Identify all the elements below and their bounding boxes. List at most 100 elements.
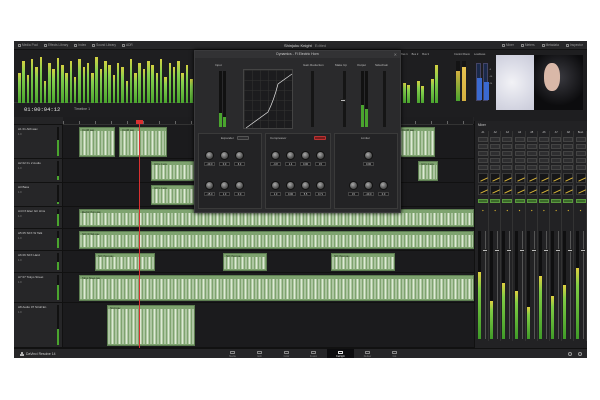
dynamics-value[interactable]: -40.0 (363, 192, 374, 196)
bus-assign-button[interactable] (526, 199, 537, 203)
channel-fader[interactable] (494, 249, 501, 252)
dynamics-knob[interactable] (235, 181, 244, 190)
input-select[interactable] (526, 137, 537, 142)
page-tab-fairlight[interactable]: Fairlight (327, 349, 354, 358)
dynamics-knob[interactable] (379, 181, 388, 190)
input-select[interactable] (539, 137, 549, 142)
eq-curve-thumbnail[interactable] (526, 185, 537, 195)
audio-clip[interactable]: SFX Hard.wav (95, 253, 155, 271)
track-header[interactable]: A5 05 SFX W Talk 1.0 (14, 229, 63, 250)
dynamics-knob[interactable] (286, 151, 295, 160)
eq-curve-thumbnail[interactable] (551, 173, 562, 183)
channel-fader[interactable] (567, 249, 574, 252)
pan-indicator[interactable]: ◆ (576, 209, 586, 212)
dynamics-knob[interactable] (316, 181, 325, 190)
channel-slot[interactable] (551, 144, 562, 149)
channel-slot[interactable] (526, 158, 537, 163)
dynamics-knob[interactable] (301, 181, 310, 190)
channel-slot[interactable] (490, 158, 501, 163)
bus-assign-button[interactable] (502, 199, 513, 203)
bus-assign-button[interactable] (563, 199, 574, 203)
expander-enable-button[interactable] (237, 136, 249, 140)
dynamics-value[interactable]: 5.5 (300, 192, 311, 196)
bus-assign-button[interactable] (551, 199, 562, 203)
dynamics-value[interactable]: 0.0 (234, 192, 245, 196)
audio-clip[interactable]: Stroll.wav (107, 305, 195, 346)
dynamics-knob[interactable] (205, 181, 214, 190)
dynamics-value[interactable]: 0.0 (378, 192, 389, 196)
track-header[interactable]: A7 07 Tokyo Street 1.0 (14, 273, 63, 302)
channel-fader[interactable] (506, 249, 513, 252)
dynamics-value[interactable]: -15.0 (204, 192, 215, 196)
settings-gear-icon[interactable] (578, 352, 582, 356)
input-select[interactable] (563, 137, 574, 142)
channel-slot[interactable] (490, 144, 501, 149)
channel-slot[interactable] (563, 151, 574, 156)
dynamics-value[interactable]: 1.0 (270, 192, 281, 196)
page-tab-media[interactable]: Media (219, 349, 246, 358)
adr-button[interactable]: ADR (121, 43, 133, 47)
channel-slot[interactable] (514, 165, 525, 170)
home-icon[interactable] (568, 352, 572, 356)
channel-slot[interactable] (563, 165, 574, 170)
dynamics-value[interactable]: 0.0 (219, 162, 230, 166)
pan-indicator[interactable]: ◆ (551, 209, 561, 212)
track-lane[interactable]: Stroll.wav (63, 303, 474, 347)
channel-slot[interactable] (551, 165, 562, 170)
effects-library-button[interactable]: Effects Library (43, 43, 68, 47)
dynamics-value[interactable]: 0.00 (363, 162, 374, 166)
eq-curve-thumbnail[interactable] (502, 185, 513, 195)
inspector-toggle-button[interactable]: Inspector (565, 43, 583, 47)
audio-clip[interactable]: 01 ARI.wav (79, 127, 115, 157)
pan-indicator[interactable]: ◆ (539, 209, 549, 212)
dynamics-knob[interactable] (205, 151, 214, 160)
sound-library-button[interactable]: Sound Library (92, 43, 116, 47)
channel-slot[interactable] (575, 165, 586, 170)
channel-slot[interactable] (551, 158, 562, 163)
eq-curve-thumbnail[interactable] (563, 173, 574, 183)
pan-indicator[interactable]: ◆ (527, 209, 537, 212)
timeline-selector[interactable]: Timeline 1 (74, 107, 90, 111)
eq-curve-thumbnail[interactable] (490, 173, 501, 183)
eq-curve-thumbnail[interactable] (478, 185, 488, 195)
channel-fader[interactable] (579, 249, 586, 252)
bus-assign-button[interactable] (539, 199, 549, 203)
input-select[interactable] (478, 137, 488, 142)
eq-curve-thumbnail[interactable] (575, 173, 586, 183)
channel-slot[interactable] (539, 158, 549, 163)
channel-fader[interactable] (555, 249, 562, 252)
pan-indicator[interactable]: ◆ (502, 209, 512, 212)
dynamics-value[interactable]: 0.00 (285, 192, 296, 196)
page-tab-deliver[interactable]: Deliver (354, 349, 381, 358)
page-tab-cut[interactable]: Cut (381, 349, 408, 358)
dynamics-knob[interactable] (271, 181, 280, 190)
eq-curve-thumbnail[interactable] (563, 185, 574, 195)
channel-slot[interactable] (539, 151, 549, 156)
channel-slot[interactable] (563, 144, 574, 149)
channel-fader[interactable] (530, 249, 537, 252)
meters-toggle-button[interactable]: Meters (520, 43, 535, 47)
input-select[interactable] (514, 137, 525, 142)
channel-slot[interactable] (490, 165, 501, 170)
media-pool-button[interactable]: Media Pool (18, 43, 38, 47)
eq-curve-thumbnail[interactable] (514, 173, 525, 183)
playhead-handle[interactable] (136, 120, 143, 124)
dynamics-knob[interactable] (316, 151, 325, 160)
eq-curve-thumbnail[interactable] (539, 185, 549, 195)
track-lane[interactable]: SFX Hard.wav SFX Hard.wav SFX Hard.wav (63, 251, 474, 272)
track-header[interactable]: A6 06 SFX Hard 1.0 (14, 251, 63, 272)
dynamics-value[interactable]: 1.4 (285, 162, 296, 166)
channel-slot[interactable] (478, 151, 488, 156)
channel-slot[interactable] (563, 158, 574, 163)
eq-curve-thumbnail[interactable] (539, 173, 549, 183)
channel-slot[interactable] (502, 151, 513, 156)
channel-slot[interactable] (575, 151, 586, 156)
dynamics-knob[interactable] (349, 181, 358, 190)
playhead[interactable] (139, 121, 140, 348)
bus-assign-button[interactable] (478, 199, 488, 203)
dynamics-value[interactable]: 1.0 (219, 192, 230, 196)
audio-clip[interactable]: 01 ARI.wav (119, 127, 167, 157)
video-viewer[interactable] (496, 55, 583, 110)
pan-indicator[interactable]: ◆ (478, 209, 488, 212)
bus-assign-button[interactable] (575, 199, 586, 203)
